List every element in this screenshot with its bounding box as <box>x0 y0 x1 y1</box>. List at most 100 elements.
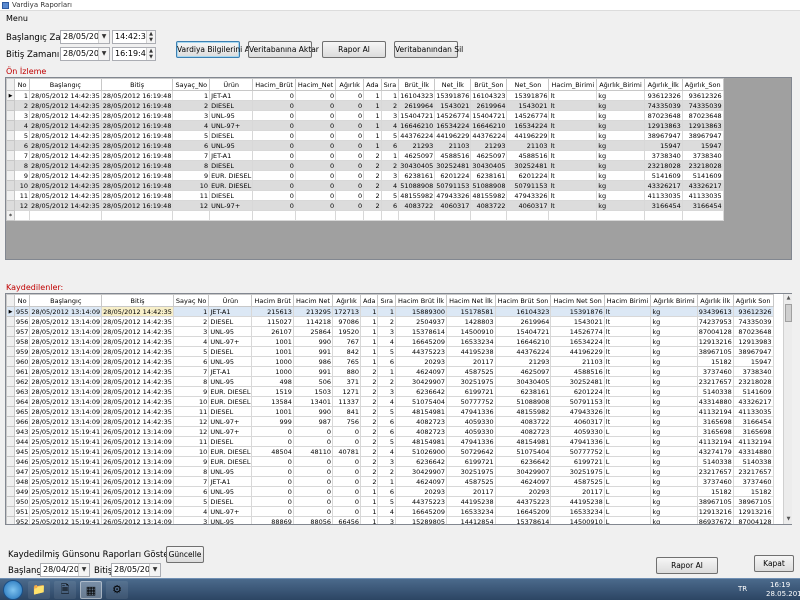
table-cell[interactable]: 1 <box>172 306 210 317</box>
table-cell[interactable]: 947 <box>13 466 31 477</box>
table-cell[interactable]: 21293 <box>398 140 436 151</box>
report-button[interactable]: Rapor Al <box>322 41 386 58</box>
table-row[interactable]: 956 28/05/2012 13:14:09 28/05/2012 14:42:3… <box>6 316 774 327</box>
table-cell[interactable]: 25/05/2012 15:19:41 <box>29 426 103 437</box>
table-row[interactable]: 12 28/05/2012 14:42:35 28/05/2012 16:19:48… <box>6 200 724 211</box>
table-cell[interactable]: 987 <box>292 416 334 427</box>
column-header[interactable]: Ağırlık_Son <box>681 78 724 91</box>
table-cell[interactable]: 21103 <box>434 140 472 151</box>
table-cell[interactable]: 26/05/2012 13:14:09 <box>101 486 174 497</box>
table-cell[interactable]: 28/05/2012 16:19:48 <box>100 180 174 191</box>
table-cell[interactable]: 12 <box>172 200 211 211</box>
table-row[interactable]: 11 28/05/2012 14:42:35 28/05/2012 16:19:48… <box>6 190 724 201</box>
column-header[interactable]: Sıra <box>380 78 400 91</box>
table-cell[interactable]: 28/05/2012 14:42:35 <box>101 336 174 347</box>
table-cell[interactable]: 2619964 <box>470 100 508 111</box>
column-header[interactable]: Brüt_İlk <box>398 78 436 91</box>
table-row[interactable]: 952 25/05/2012 15:19:41 26/05/2012 13:14:0… <box>6 516 774 524</box>
table-cell[interactable]: 6 <box>380 200 400 211</box>
table-cell[interactable]: 0 <box>292 496 334 507</box>
table-cell[interactable]: 4 <box>14 120 30 131</box>
saved-grid[interactable]: No Başlangıç Bitiş Sayaç No Ürün Hacim Brüt Ha… <box>5 293 792 525</box>
table-cell[interactable]: 50729642 <box>446 446 496 457</box>
table-cell[interactable]: 1 <box>377 306 397 317</box>
table-cell[interactable]: 16533234 <box>446 336 496 347</box>
table-cell[interactable]: 47943326 <box>434 190 472 201</box>
table-cell[interactable]: 963 <box>13 386 31 397</box>
table-cell[interactable]: 23217657 <box>696 376 734 387</box>
table-cell[interactable]: 1 <box>359 506 379 517</box>
table-cell[interactable]: 4625097 <box>398 150 436 161</box>
table-cell[interactable]: 8 <box>14 160 30 171</box>
table-row[interactable]: 965 28/05/2012 13:14:09 28/05/2012 14:42:3… <box>6 406 774 417</box>
table-cell[interactable]: 965 <box>13 406 31 417</box>
table-cell[interactable]: 4083722 <box>398 200 436 211</box>
table-cell[interactable]: 15378614 <box>494 516 552 524</box>
end-time-input[interactable]: 16:19:48 ▲ ▼ <box>112 47 156 61</box>
table-cell[interactable]: 44195238 <box>446 496 496 507</box>
column-header[interactable]: Başlangıç <box>29 294 103 307</box>
table-cell[interactable]: 21103 <box>550 356 605 367</box>
refresh-button[interactable]: Güncelle <box>166 546 204 563</box>
table-cell[interactable]: 0 <box>251 476 294 487</box>
table-cell[interactable]: 4082723 <box>395 416 448 427</box>
chevron-down-icon[interactable]: ▼ <box>149 564 160 576</box>
table-cell[interactable]: 47941336 <box>446 406 496 417</box>
table-cell[interactable]: 2 <box>380 100 400 111</box>
table-cell[interactable]: 955 <box>13 306 31 317</box>
table-cell[interactable]: L <box>603 496 652 507</box>
table-cell[interactable]: 1 <box>359 516 379 524</box>
table-cell[interactable]: 1519 <box>251 386 294 397</box>
table-cell[interactable]: 0 <box>252 90 296 101</box>
table-cell[interactable]: UNL-97+ <box>209 200 254 211</box>
table-cell[interactable]: 43274179 <box>696 446 734 457</box>
table-cell[interactable]: 2 <box>359 466 379 477</box>
table-cell[interactable]: L <box>603 486 652 497</box>
table-cell[interactable]: 0 <box>332 436 361 447</box>
table-cell[interactable]: 4083722 <box>494 416 552 427</box>
table-cell[interactable]: kg <box>596 90 645 101</box>
table-cell[interactable]: L <box>603 456 652 467</box>
table-cell[interactable]: 2 <box>377 316 397 327</box>
table-cell[interactable]: L <box>603 466 652 477</box>
table-cell[interactable]: UNL-95 <box>208 466 253 477</box>
table-cell[interactable]: kg <box>596 140 645 151</box>
table-cell[interactable]: 30252481 <box>550 376 605 387</box>
table-cell[interactable]: 26/05/2012 13:14:09 <box>101 506 174 517</box>
table-cell[interactable]: kg <box>650 466 698 477</box>
table-cell[interactable]: 0 <box>294 90 337 101</box>
table-cell[interactable]: 0 <box>294 130 337 141</box>
table-cell[interactable]: 28/05/2012 16:19:48 <box>100 90 174 101</box>
table-cell[interactable]: 25/05/2012 15:19:41 <box>29 446 103 457</box>
table-cell[interactable]: 4624097 <box>494 476 552 487</box>
table-cell[interactable]: kg <box>596 110 645 121</box>
table-cell[interactable]: 1543021 <box>550 316 605 327</box>
table-cell[interactable]: 0 <box>252 180 296 191</box>
table-cell[interactable]: 4 <box>172 120 211 131</box>
table-cell[interactable]: 0 <box>332 496 361 507</box>
table-cell[interactable]: 0 <box>251 506 294 517</box>
table-cell[interactable]: 991 <box>292 366 334 377</box>
table-cell[interactable]: 44195238 <box>550 496 605 507</box>
table-cell[interactable] <box>470 210 508 221</box>
table-cell[interactable]: 26/05/2012 13:14:09 <box>101 436 174 447</box>
table-cell[interactable]: 5 <box>172 130 211 141</box>
table-cell[interactable]: 28/05/2012 13:14:09 <box>29 316 103 327</box>
table-cell[interactable]: 6199721 <box>550 456 605 467</box>
language-indicator[interactable]: TR <box>738 585 747 593</box>
table-cell[interactable]: 30251975 <box>446 466 496 477</box>
table-cell[interactable]: 6201224 <box>506 170 550 181</box>
table-cell[interactable]: 0 <box>252 190 296 201</box>
table-cell[interactable]: 4588516 <box>550 366 605 377</box>
table-cell[interactable]: 213295 <box>292 306 334 317</box>
table-cell[interactable]: 41132194 <box>696 436 734 447</box>
table-cell[interactable]: 498 <box>251 376 294 387</box>
table-cell[interactable]: 23217657 <box>696 466 734 477</box>
table-cell[interactable]: 5 <box>377 346 397 357</box>
table-cell[interactable]: 0 <box>332 486 361 497</box>
table-cell[interactable]: 958 <box>13 336 31 347</box>
table-cell[interactable] <box>398 210 436 221</box>
table-cell[interactable]: 952 <box>13 516 31 524</box>
table-cell[interactable]: 0 <box>332 466 361 477</box>
table-cell[interactable]: 6238161 <box>398 170 436 181</box>
